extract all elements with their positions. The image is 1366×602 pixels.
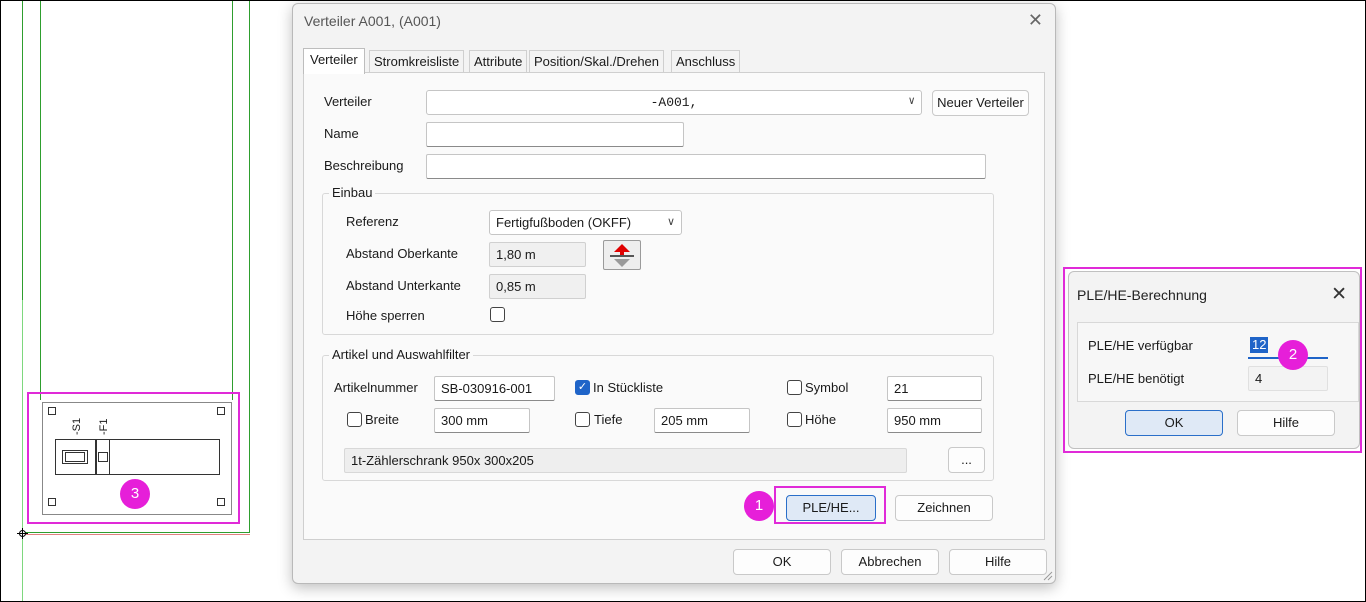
in-stueckliste-checkbox[interactable]: ✓	[575, 380, 590, 395]
dialog-title: Verteiler A001, (A001)	[304, 13, 441, 29]
cad-line	[22, 300, 23, 602]
beschreibung-label: Beschreibung	[324, 158, 404, 173]
artikel-title: Artikel und Auswahlfilter	[329, 347, 474, 362]
cad-line	[22, 0, 23, 302]
einbau-group: Einbau Referenz Fertigfußboden (OKFF) ∨ …	[322, 185, 994, 335]
breite-label: Breite	[365, 412, 399, 427]
highlight-frame-1	[774, 486, 886, 524]
highlight-frame-2	[1063, 267, 1362, 453]
cad-line	[22, 532, 250, 533]
tab-verteiler[interactable]: Verteiler	[303, 48, 365, 74]
breite-checkbox[interactable]	[347, 412, 362, 427]
name-label: Name	[324, 126, 359, 141]
tiefe-label: Tiefe	[594, 412, 623, 427]
unterkante-field[interactable]: 0,85 m	[489, 274, 586, 299]
tab-attribute[interactable]: Attribute	[469, 50, 528, 73]
badge-2: 2	[1278, 340, 1308, 370]
verteiler-dialog: Verteiler A001, (A001) ✕ Verteiler Strom…	[292, 3, 1056, 584]
cad-line	[40, 0, 41, 400]
tiefe-checkbox[interactable]	[575, 412, 590, 427]
article-description: 1t-Zählerschrank 950x 300x205	[344, 448, 907, 473]
unterkante-label: Abstand Unterkante	[346, 278, 461, 293]
browse-button[interactable]: ...	[948, 447, 985, 473]
close-icon[interactable]: ✕	[1028, 10, 1043, 31]
hoehe-field[interactable]: 950 mm	[887, 408, 982, 433]
verteiler-select[interactable]: -A001, ∨	[426, 90, 922, 115]
origin-crosshair	[17, 528, 28, 539]
tab-stromkreisliste[interactable]: Stromkreisliste	[369, 50, 465, 73]
badge-3: 3	[120, 479, 150, 509]
oberkante-field[interactable]: 1,80 m	[489, 242, 586, 267]
chevron-down-icon: ∨	[908, 96, 915, 108]
name-field[interactable]	[426, 122, 684, 147]
artikel-group: Artikel und Auswahlfilter Artikelnummer …	[322, 347, 994, 481]
ok-button[interactable]: OK	[733, 549, 831, 575]
tiefe-field[interactable]: 205 mm	[654, 408, 750, 433]
abbrechen-button[interactable]: Abbrechen	[841, 549, 939, 575]
beschreibung-field[interactable]	[426, 154, 986, 179]
oberkante-label: Abstand Oberkante	[346, 246, 459, 261]
artikelnummer-label: Artikelnummer	[334, 380, 418, 395]
referenz-label: Referenz	[346, 214, 399, 229]
height-toggle-button[interactable]	[603, 240, 641, 270]
arrow-up-icon	[610, 244, 634, 267]
zeichnen-button[interactable]: Zeichnen	[895, 495, 993, 521]
einbau-title: Einbau	[329, 185, 376, 200]
symbol-field[interactable]: 21	[887, 376, 982, 401]
cad-line	[249, 0, 250, 533]
verteiler-label: Verteiler	[324, 94, 372, 109]
referenz-value: Fertigfußboden (OKFF)	[496, 215, 632, 230]
hoehe-checkbox[interactable]	[787, 412, 802, 427]
resize-grip-icon[interactable]	[1041, 569, 1053, 581]
tab-anschluss[interactable]: Anschluss	[671, 50, 741, 73]
badge-1: 1	[744, 491, 774, 521]
tab-panel-verteiler: Verteiler -A001, ∨ Neuer Verteiler Name …	[303, 72, 1045, 540]
breite-field[interactable]: 300 mm	[434, 408, 530, 433]
cad-line	[232, 0, 233, 400]
hoehe-sperren-checkbox[interactable]	[490, 307, 505, 322]
cad-line	[22, 534, 250, 535]
neuer-verteiler-button[interactable]: Neuer Verteiler	[932, 90, 1029, 116]
hoehe-label: Höhe	[805, 412, 837, 427]
artikelnummer-field[interactable]: SB-030916-001	[434, 376, 555, 401]
hilfe-button[interactable]: Hilfe	[949, 549, 1047, 575]
checkmark-icon: ✓	[577, 381, 588, 393]
referenz-select[interactable]: Fertigfußboden (OKFF) ∨	[489, 210, 682, 235]
verteiler-value: -A001,	[650, 95, 698, 110]
symbol-label: Symbol	[805, 380, 849, 395]
in-stueckliste-label: In Stückliste	[593, 380, 664, 395]
hoehe-sperren-label: Höhe sperren	[346, 308, 425, 323]
chevron-down-icon: ∨	[666, 216, 675, 228]
symbol-checkbox[interactable]	[787, 380, 802, 395]
tab-position[interactable]: Position/Skal./Drehen	[529, 50, 665, 73]
